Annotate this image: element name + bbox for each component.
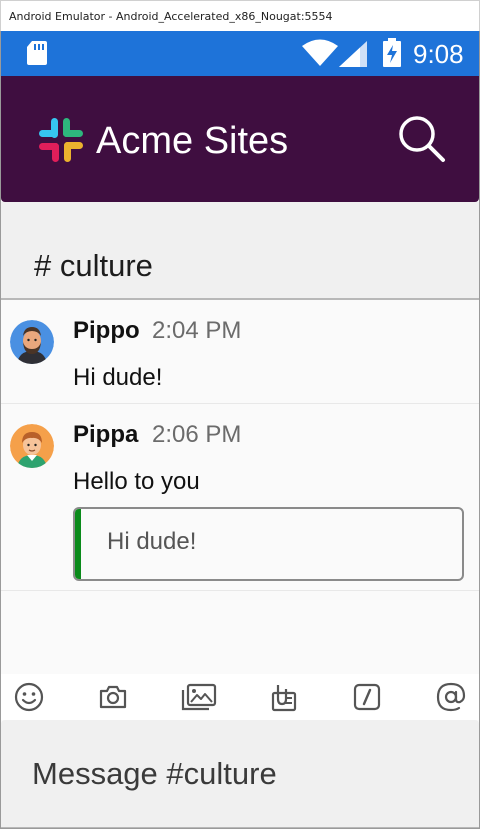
- channel-title: # culture: [34, 248, 153, 283]
- quote-accent-bar: [75, 509, 81, 579]
- battery-charging-icon: [382, 38, 402, 73]
- message-text: Hello to you: [73, 468, 200, 495]
- message-list[interactable]: Pippo 2:04 PM Hi dude! Pippa 2:06 PM Hel…: [1, 300, 479, 591]
- device-screen: 9:08 Acme Sites # culture Pippo 2:04 PM …: [0, 31, 480, 829]
- search-icon: [399, 116, 445, 162]
- channel-header: # culture: [1, 202, 479, 300]
- quoted-message[interactable]: Hi dude!: [73, 507, 464, 581]
- sd-card-icon: [26, 40, 48, 71]
- emoji-icon[interactable]: [13, 681, 45, 713]
- message-author[interactable]: Pippa: [73, 421, 138, 449]
- clock: 9:08: [413, 39, 464, 69]
- avatar-young-man-icon[interactable]: [10, 424, 54, 468]
- quoted-message-text: Hi dude!: [107, 528, 197, 555]
- signal-icon: [338, 40, 368, 73]
- search-button[interactable]: [393, 112, 449, 168]
- composer-toolbar: [1, 674, 479, 720]
- message-time: 2:06 PM: [152, 421, 242, 448]
- app-bar: Acme Sites: [1, 76, 479, 202]
- status-bar: 9:08: [1, 31, 479, 76]
- message-text: Hi dude!: [73, 364, 163, 391]
- avatar-bearded-man-icon[interactable]: [10, 320, 54, 364]
- mention-icon[interactable]: [435, 681, 467, 713]
- attachment-icon[interactable]: [267, 681, 299, 713]
- message-item[interactable]: Pippo 2:04 PM Hi dude!: [1, 300, 479, 404]
- slash-command-icon[interactable]: [351, 681, 383, 713]
- message-item[interactable]: Pippa 2:06 PM Hello to you Hi dude!: [1, 404, 479, 591]
- message-input[interactable]: [32, 754, 462, 794]
- message-author[interactable]: Pippo: [73, 317, 140, 345]
- message-time: 2:04 PM: [152, 317, 242, 344]
- camera-icon[interactable]: [97, 681, 129, 713]
- emulator-window-title: Android Emulator - Android_Accelerated_x…: [0, 0, 480, 31]
- gallery-icon[interactable]: [181, 681, 217, 713]
- workspace-title: Acme Sites: [96, 120, 289, 162]
- wifi-icon: [301, 39, 339, 72]
- slack-logo-icon: [38, 117, 84, 168]
- message-composer: [1, 720, 479, 828]
